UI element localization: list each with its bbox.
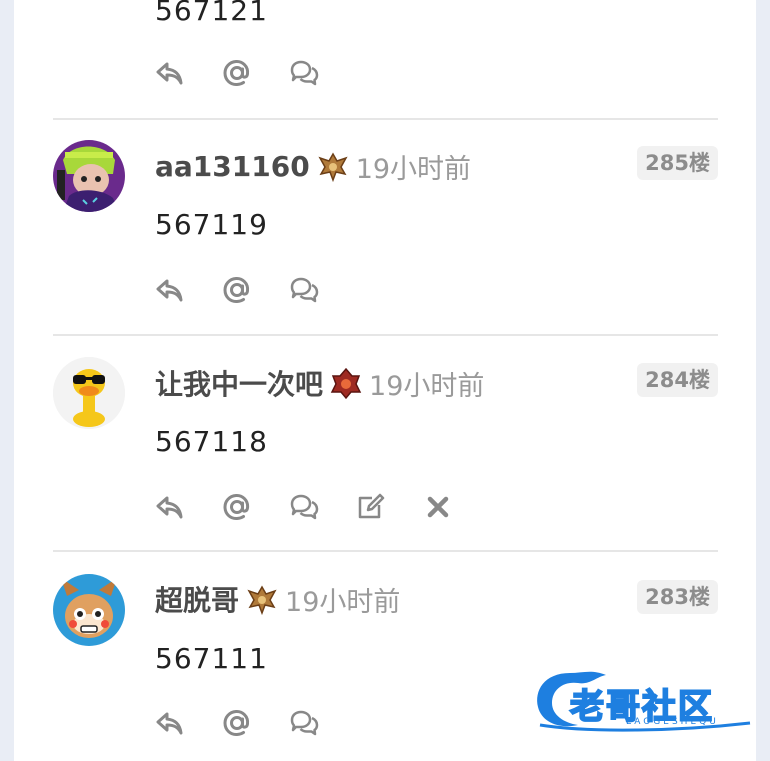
divider (53, 550, 718, 552)
at-icon[interactable] (220, 273, 254, 307)
comment-icon[interactable] (287, 56, 321, 90)
rank-badge-icon (316, 149, 350, 183)
reply-icon[interactable] (153, 490, 187, 524)
avatar[interactable] (53, 140, 125, 212)
avatar[interactable] (53, 357, 125, 429)
comment-content: 567121 (155, 0, 268, 27)
avatar[interactable] (53, 574, 125, 646)
at-icon[interactable] (220, 706, 254, 740)
comment-actions (153, 56, 354, 90)
comment-actions (153, 490, 488, 524)
reply-icon[interactable] (153, 273, 187, 307)
comment-icon[interactable] (287, 706, 321, 740)
comment-content: 567111 (155, 642, 268, 675)
username[interactable]: 超脱哥 (155, 579, 239, 619)
divider (53, 118, 718, 120)
comment-meta: 超脱哥 19小时前 (155, 579, 400, 619)
comment-icon[interactable] (287, 273, 321, 307)
watermark-subtext: LAOGESHEQU (626, 717, 719, 727)
floor-badge: 283楼 (637, 580, 718, 614)
at-icon[interactable] (220, 490, 254, 524)
comment-content: 567118 (155, 425, 268, 458)
timestamp: 19小时前 (355, 153, 472, 185)
rank-badge-icon (329, 366, 363, 400)
comment-content: 567119 (155, 208, 268, 241)
rank-badge-icon (245, 582, 279, 616)
watermark: 老哥社区 LAOGESHEQU (530, 665, 758, 735)
delete-icon[interactable] (421, 490, 455, 524)
timestamp: 19小时前 (285, 586, 401, 618)
username[interactable]: 让我中一次吧 (155, 363, 323, 403)
comment-meta: aa131160 19小时前 (155, 146, 471, 186)
comment-actions (153, 706, 354, 740)
edit-icon[interactable] (354, 490, 388, 524)
comment-icon[interactable] (287, 490, 321, 524)
divider (53, 334, 718, 336)
username[interactable]: aa131160 (155, 150, 310, 183)
comment-meta: 让我中一次吧 19小时前 (155, 363, 484, 403)
at-icon[interactable] (220, 56, 254, 90)
floor-badge: 284楼 (637, 363, 718, 397)
reply-icon[interactable] (153, 56, 187, 90)
comment-actions (153, 273, 354, 307)
floor-badge: 285楼 (637, 146, 718, 180)
comment-panel: 567121 aa131160 19小时前 285楼 567119 让我中一次吧… (14, 0, 756, 761)
reply-icon[interactable] (153, 706, 187, 740)
timestamp: 19小时前 (369, 370, 485, 402)
